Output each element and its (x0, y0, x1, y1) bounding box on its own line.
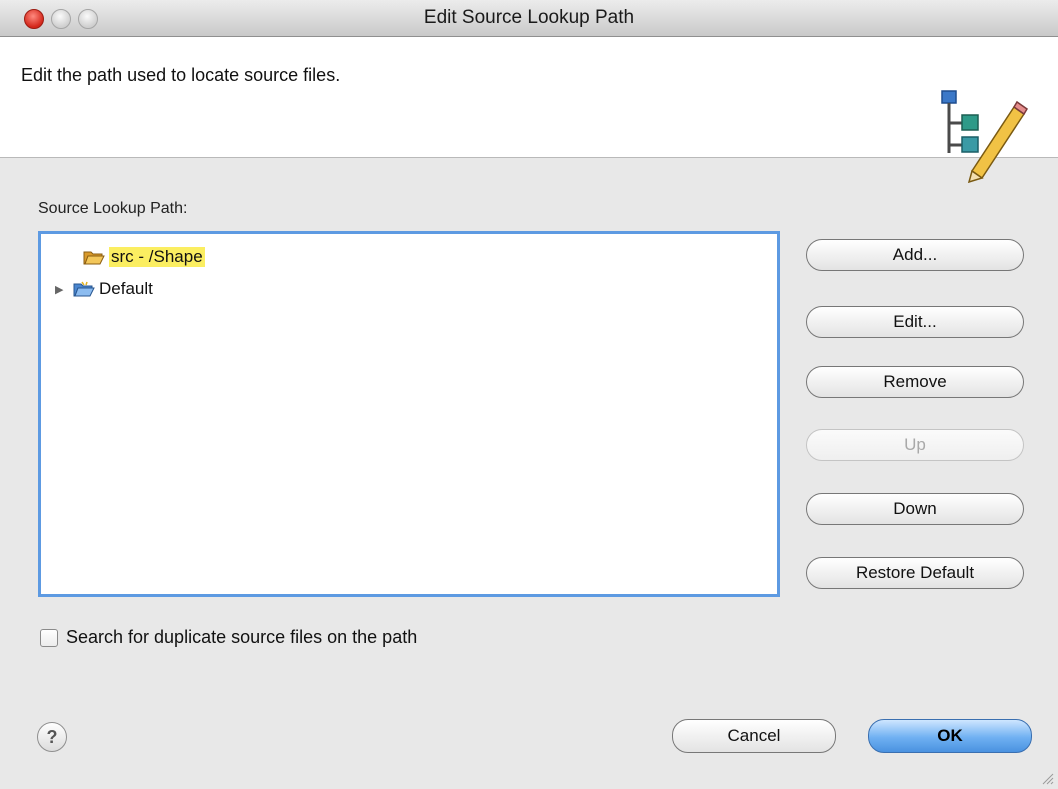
duplicate-search-checkbox[interactable] (40, 628, 58, 647)
folder-open-icon (83, 251, 105, 265)
up-button[interactable]: Up (806, 429, 1024, 461)
title-bar: Edit Source Lookup Path (0, 0, 1058, 37)
down-button[interactable]: Down (806, 493, 1024, 525)
restore-default-button[interactable]: Restore Default (806, 557, 1024, 589)
duplicate-search-option[interactable]: Search for duplicate source files on the… (40, 627, 417, 648)
tree-item-src-label: src - /Shape (109, 247, 205, 267)
tree-item-src[interactable]: src - /Shape (83, 244, 205, 270)
ok-button[interactable]: OK (868, 719, 1032, 753)
source-path-edit-icon (941, 90, 1029, 183)
tree-item-default-label: Default (99, 279, 153, 298)
add-button[interactable]: Add... (806, 239, 1024, 271)
remove-button[interactable]: Remove (806, 366, 1024, 398)
dialog-header: Edit the path used to locate source file… (0, 37, 1058, 183)
window-title: Edit Source Lookup Path (423, 7, 635, 28)
tree-item-default[interactable]: ▶ Default (55, 276, 153, 302)
header-description: Edit the path used to locate source file… (21, 65, 341, 85)
folder-icon (73, 281, 95, 297)
expand-arrow-icon[interactable]: ▶ (55, 283, 67, 296)
source-lookup-tree[interactable]: src - /Shape ▶ Default (38, 231, 780, 597)
cancel-button[interactable]: Cancel (672, 719, 836, 753)
duplicate-search-label: Search for duplicate source files on the… (66, 627, 418, 647)
edit-button[interactable]: Edit... (806, 306, 1024, 338)
resize-grip-icon[interactable] (1040, 771, 1054, 785)
source-lookup-path-label: Source Lookup Path: (38, 200, 188, 217)
help-icon[interactable]: ? (37, 722, 67, 752)
